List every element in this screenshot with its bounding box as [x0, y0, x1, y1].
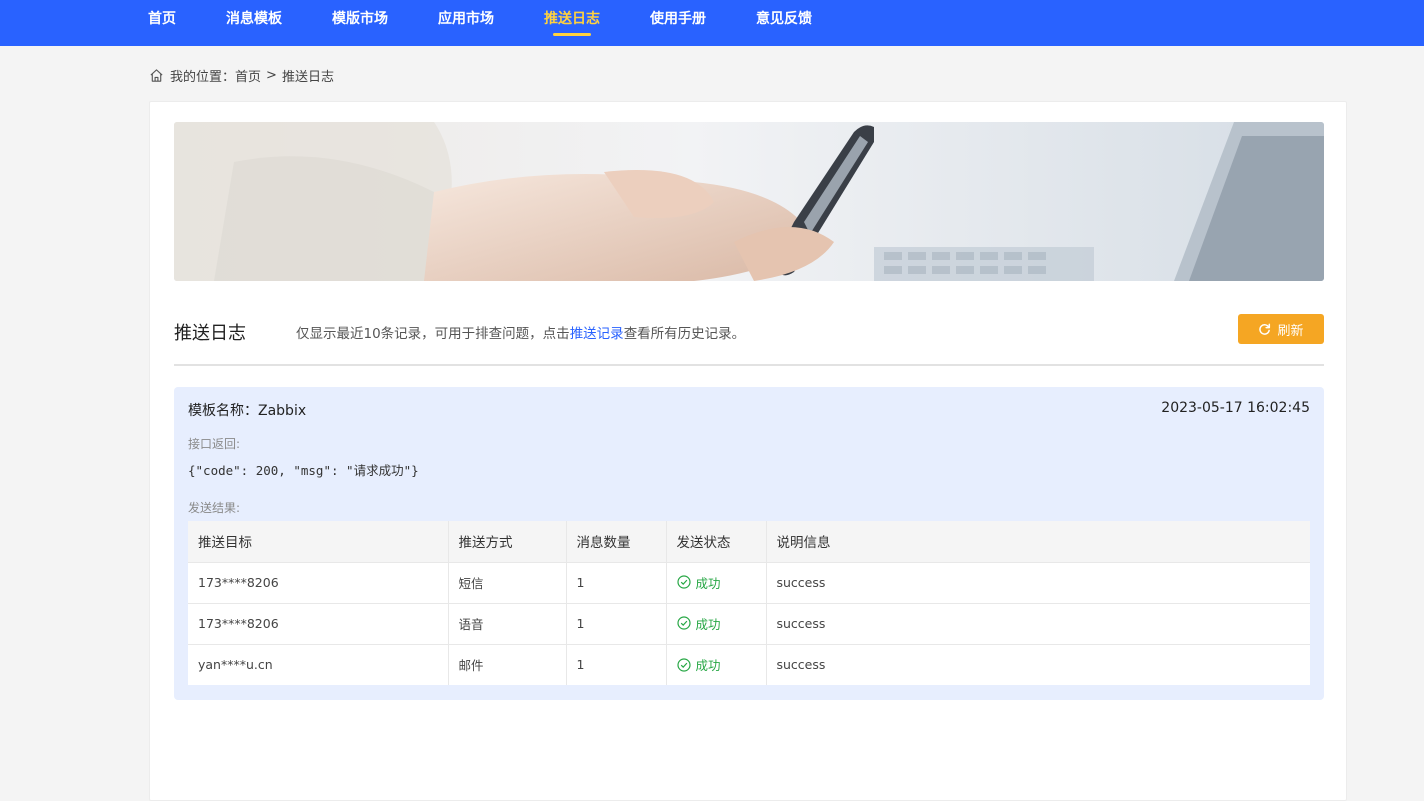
- cell-status: 成功: [666, 602, 767, 644]
- check-circle-icon: [676, 657, 691, 672]
- section-header: 推送日志 仅显示最近10条记录，可用于排查问题，点击推送记录查看所有历史记录。 …: [174, 314, 1324, 366]
- template-name-value: Zabbix: [258, 403, 307, 419]
- result-label: 发送结果:: [188, 501, 241, 515]
- nav-item-push-log-label: 推送日志: [544, 11, 600, 27]
- breadcrumb-current: 推送日志: [281, 69, 334, 85]
- cell-count: 1: [566, 561, 667, 603]
- breadcrumb-prefix: 我的位置：: [170, 69, 236, 85]
- status-text: 成功: [695, 658, 721, 673]
- table-row: 173****8206 语音 1 成功 success: [188, 602, 1310, 644]
- desc-text-before: 仅显示最近10条记录，可用于排查问题，点击: [296, 326, 570, 342]
- nav-item-message-templates[interactable]: 消息模板: [226, 0, 282, 46]
- status-success: 成功: [676, 573, 721, 592]
- nav-item-home[interactable]: 首页: [148, 0, 176, 46]
- cell-info: success: [766, 643, 1310, 685]
- cell-info: success: [766, 561, 1310, 603]
- cell-target: 173****8206: [188, 602, 449, 644]
- banner-image: [174, 122, 1324, 281]
- breadcrumb: 我的位置： 首页 > 推送日志: [149, 66, 334, 85]
- check-circle-icon: [676, 616, 691, 630]
- home-icon: [150, 68, 163, 82]
- column-header: 推送目标: [188, 521, 449, 562]
- nav-item-app-market[interactable]: 应用市场: [438, 0, 494, 46]
- status-text: 成功: [695, 616, 721, 632]
- log-timestamp: 2023-05-17 16:02:45: [1161, 400, 1310, 416]
- check-circle-icon: [676, 575, 691, 589]
- cell-status: 成功: [666, 561, 767, 603]
- response-body: {"code": 200, "msg": "请求成功"}: [188, 463, 419, 478]
- column-header: 推送方式: [448, 521, 567, 562]
- cell-target: 173****8206: [188, 561, 449, 603]
- cell-status: 成功: [666, 643, 767, 685]
- nav-item-template-market[interactable]: 模版市场: [332, 0, 388, 46]
- refresh-button-label: 刷新: [1277, 323, 1304, 339]
- column-header: 消息数量: [566, 521, 667, 562]
- table-row: 173****8206 短信 1 成功 success: [188, 561, 1310, 603]
- refresh-icon: [1259, 323, 1271, 335]
- active-tab-underline: [553, 33, 591, 36]
- top-navbar: 首页 消息模板 模版市场 应用市场 推送日志 使用手册 意见反馈: [0, 0, 1424, 46]
- main-card: 推送日志 仅显示最近10条记录，可用于排查问题，点击推送记录查看所有历史记录。 …: [149, 101, 1347, 801]
- desc-text-after: 查看所有历史记录。: [623, 326, 746, 342]
- cell-method: 邮件: [448, 643, 567, 685]
- cell-method: 短信: [448, 561, 567, 603]
- nav-item-feedback[interactable]: 意见反馈: [756, 0, 812, 46]
- cell-method: 语音: [448, 602, 567, 644]
- nav-item-push-log[interactable]: 推送日志: [544, 0, 600, 46]
- table-header-row: 推送目标 推送方式 消息数量 发送状态 说明信息: [188, 521, 1310, 562]
- push-records-link[interactable]: 推送记录: [570, 326, 624, 342]
- template-name-label: 模板名称：: [188, 403, 258, 419]
- section-description: 仅显示最近10条记录，可用于排查问题，点击推送记录查看所有历史记录。: [296, 322, 745, 342]
- nav-item-user-manual[interactable]: 使用手册: [650, 0, 706, 46]
- banner-phone-hand-illustration: [174, 122, 1324, 281]
- push-log-entry: 模板名称：Zabbix 2023-05-17 16:02:45 接口返回: {"…: [174, 387, 1324, 700]
- send-result-table: 推送目标 推送方式 消息数量 发送状态 说明信息 173****8206 短信 …: [188, 521, 1310, 685]
- cell-count: 1: [566, 643, 667, 685]
- template-name: 模板名称：Zabbix: [188, 400, 306, 420]
- cell-target: yan****u.cn: [188, 643, 449, 685]
- table-row: yan****u.cn 邮件 1 成功 success: [188, 643, 1310, 685]
- status-success: 成功: [676, 655, 721, 674]
- response-label: 接口返回:: [188, 437, 241, 451]
- column-header: 发送状态: [666, 521, 767, 562]
- section-title: 推送日志: [174, 323, 246, 344]
- column-header: 说明信息: [766, 521, 1310, 562]
- cell-count: 1: [566, 602, 667, 644]
- status-success: 成功: [676, 614, 721, 633]
- refresh-button[interactable]: 刷新: [1238, 314, 1324, 344]
- breadcrumb-home-link[interactable]: 首页: [235, 66, 261, 85]
- status-text: 成功: [695, 575, 721, 591]
- breadcrumb-separator: >: [266, 67, 277, 83]
- cell-info: success: [766, 602, 1310, 644]
